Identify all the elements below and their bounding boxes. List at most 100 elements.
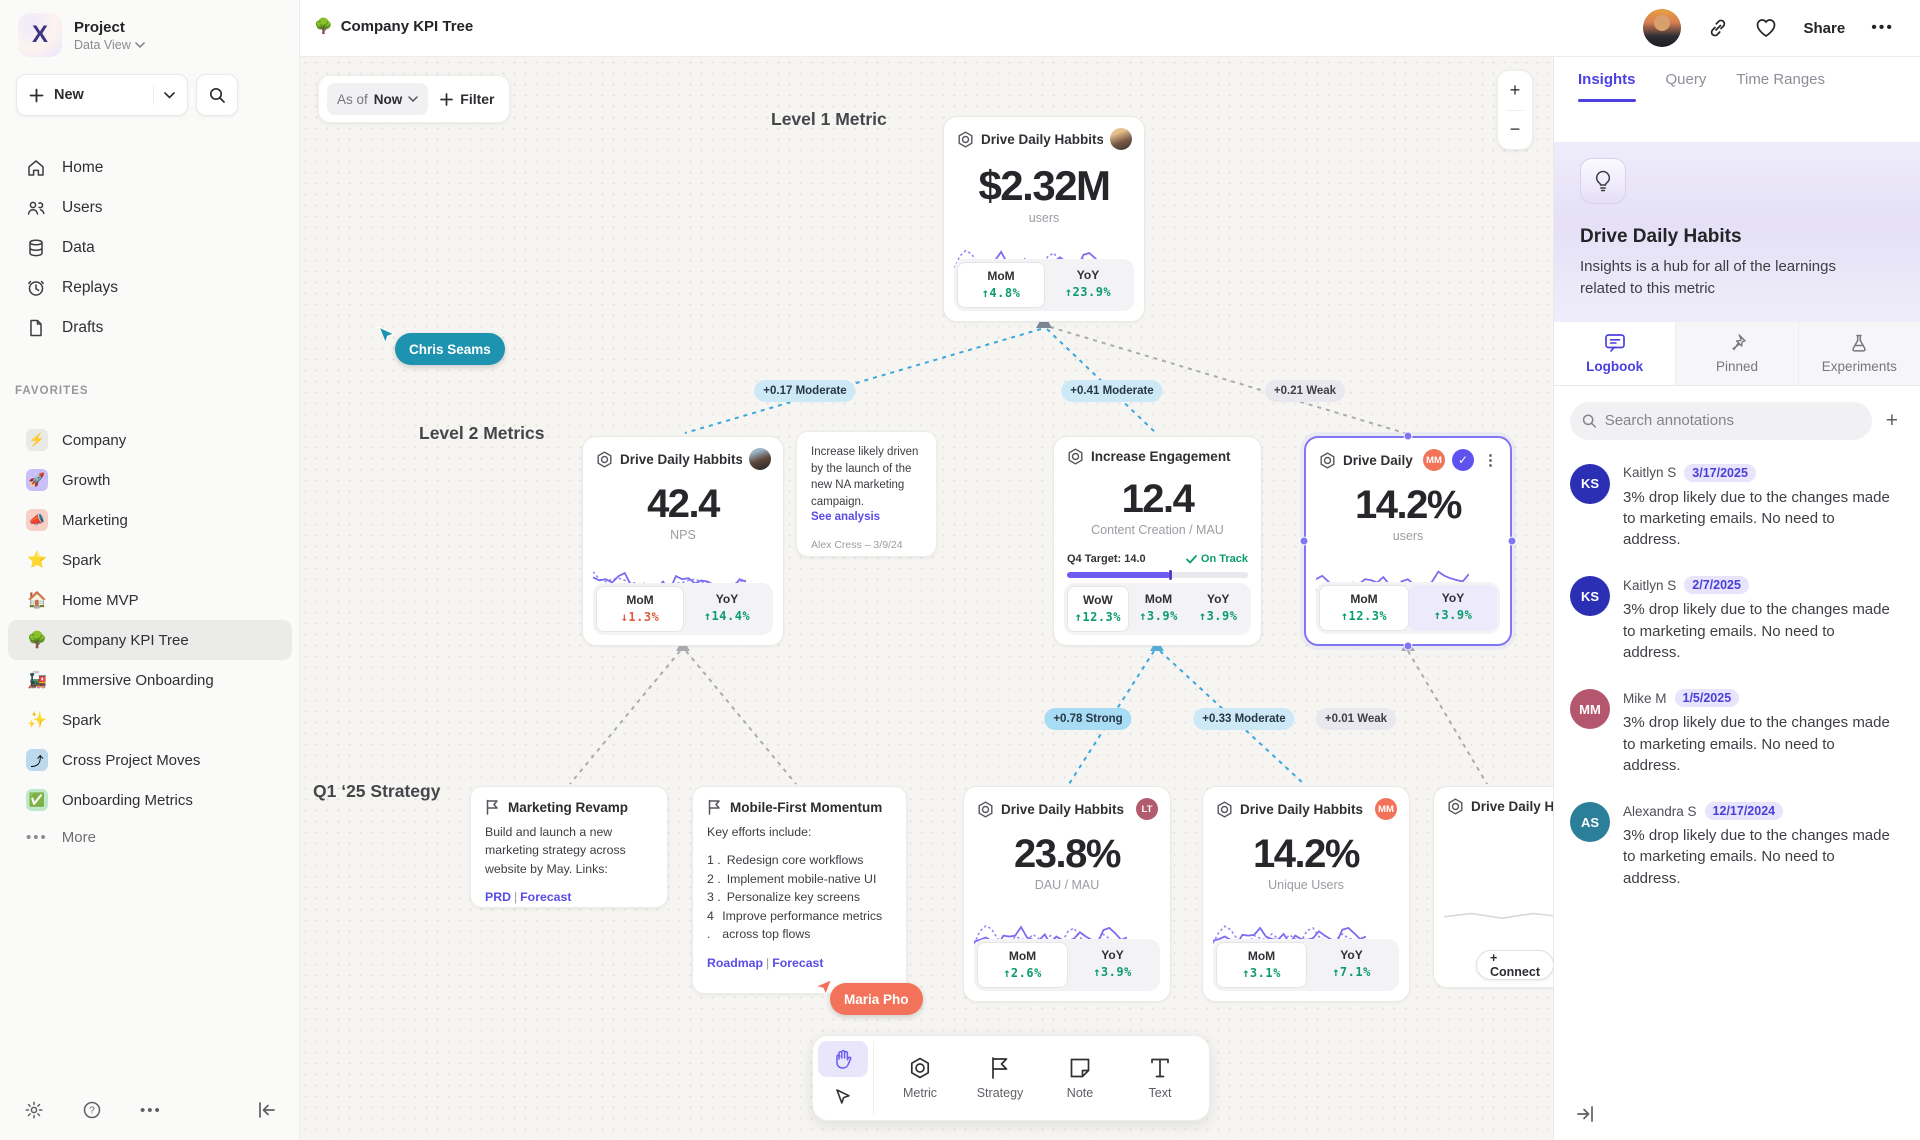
metric-card-selected[interactable]: Drive Daily Habb.. MM ✓ ⋮ 14.2% users Mo… <box>1304 436 1512 646</box>
annotation-search[interactable] <box>1570 402 1872 440</box>
stat-yoy[interactable]: YoY↑14.4% <box>684 586 770 632</box>
chevron-down-icon[interactable] <box>164 92 175 99</box>
level1-label: Level 1 Metric <box>771 109 887 130</box>
chevron-down-icon <box>135 42 145 48</box>
select-cursor-tool[interactable] <box>818 1079 868 1115</box>
add-annotation-icon[interactable]: + <box>1886 409 1898 433</box>
favorite-company[interactable]: ⚡Company <box>8 420 292 460</box>
more-options-icon[interactable]: ••• <box>140 1102 162 1119</box>
favorite-marketing[interactable]: 📣Marketing <box>8 500 292 540</box>
metric-unit: DAU / MAU <box>964 878 1170 892</box>
favorite-spark[interactable]: ⭐Spark <box>8 540 292 580</box>
tool-text[interactable]: Text <box>1120 1041 1200 1115</box>
tool-strategy[interactable]: Strategy <box>960 1041 1040 1115</box>
metric-card-nps[interactable]: Drive Daily Habbits 42.4 NPS MoM↓1.3% Yo… <box>582 436 784 646</box>
subtab-pinned[interactable]: Pinned <box>1675 322 1797 385</box>
stat-mom[interactable]: MoM↑4.8% <box>957 262 1045 308</box>
metric-card-unique-users[interactable]: Drive Daily Habbits MM 14.2% Unique User… <box>1202 786 1410 1002</box>
stat-mom[interactable]: MoM↓1.3% <box>596 586 684 632</box>
sidebar-item-home[interactable]: Home <box>0 148 300 188</box>
metric-title: Drive Daily Habbits <box>1240 802 1368 817</box>
favorite-home-mvp[interactable]: 🏠Home MVP <box>8 580 292 620</box>
annotation-item[interactable]: KS Kaitlyn S3/17/2025 3% drop likely due… <box>1570 464 1896 551</box>
favorite-immersive-onboarding[interactable]: 🚂Immersive Onboarding <box>8 660 292 700</box>
sidebar-item-data[interactable]: Data <box>0 228 300 268</box>
edge-label: +0.21 Weak <box>1265 380 1345 402</box>
strategy-note-marketing[interactable]: Marketing Revamp Build and launch a new … <box>470 786 668 908</box>
prd-link[interactable]: PRD <box>485 890 511 904</box>
annotation-item[interactable]: AS Alexandra S12/17/2024 3% drop likely … <box>1570 802 1896 889</box>
sidebar-search-button[interactable] <box>196 74 238 116</box>
annotation-item[interactable]: KS Kaitlyn S2/7/2025 3% drop likely due … <box>1570 576 1896 663</box>
share-button[interactable]: Share <box>1803 20 1845 37</box>
kpi-tree-canvas[interactable]: As of Now Filter + − Level 1 Metric Leve… <box>300 57 1553 1140</box>
sidebar-item-users[interactable]: Users <box>0 188 300 228</box>
header-more-icon[interactable]: ••• <box>1871 19 1894 37</box>
stat-yoy[interactable]: YoY↑23.9% <box>1045 262 1131 308</box>
card-menu-icon[interactable]: ⋮ <box>1481 451 1498 469</box>
subtab-experiments[interactable]: Experiments <box>1798 322 1920 385</box>
stat-yoy[interactable]: YoY↑7.1% <box>1307 942 1396 988</box>
see-analysis-link[interactable]: See analysis <box>811 511 922 523</box>
favorite-spark-2[interactable]: ✨Spark <box>8 700 292 740</box>
favorites-more[interactable]: •••More <box>8 820 292 855</box>
metric-card-engagement[interactable]: Increase Engagement 12.4 Content Creatio… <box>1053 436 1262 646</box>
help-icon[interactable]: ? <box>82 1100 102 1120</box>
stat-mom[interactable]: MoM↑3.1% <box>1216 942 1307 988</box>
favorite-heart-icon[interactable] <box>1755 18 1777 38</box>
new-button[interactable]: New <box>16 74 188 116</box>
sidebar-item-drafts[interactable]: Drafts <box>0 308 300 348</box>
stat-mom[interactable]: MoM↑12.3% <box>1319 585 1409 631</box>
forecast-link[interactable]: Forecast <box>772 956 823 970</box>
avatar: KS <box>1570 576 1610 616</box>
roadmap-link[interactable]: Roadmap <box>707 956 763 970</box>
annotation-text: 3% drop likely due to the changes made t… <box>1623 487 1895 551</box>
project-view-selector[interactable]: Data View <box>74 38 145 52</box>
app-root: X Project Data View New <box>0 0 1920 1140</box>
svg-text:?: ? <box>89 1106 95 1117</box>
selection-handle[interactable] <box>1300 537 1309 546</box>
selection-handle[interactable] <box>1508 537 1517 546</box>
subtab-logbook[interactable]: Logbook <box>1554 322 1675 385</box>
stat-wow[interactable]: WoW↑12.3% <box>1067 586 1129 632</box>
metric-hexagon-icon <box>977 801 994 818</box>
favorite-cross-project-moves[interactable]: ⤴Cross Project Moves <box>8 740 292 780</box>
zoom-out-button[interactable]: − <box>1498 111 1532 150</box>
stat-mom[interactable]: MoM↑2.6% <box>977 942 1068 988</box>
plus-icon <box>29 88 44 103</box>
tool-metric[interactable]: Metric <box>880 1041 960 1115</box>
annotation-note[interactable]: Increase likely driven by the launch of … <box>796 431 937 557</box>
settings-gear-icon[interactable] <box>24 1100 44 1120</box>
favorite-onboarding-metrics[interactable]: ✅Onboarding Metrics <box>8 780 292 820</box>
tool-note[interactable]: Note <box>1040 1041 1120 1115</box>
zoom-in-button[interactable]: + <box>1498 71 1532 110</box>
stat-yoy[interactable]: YoY↑3.9% <box>1068 942 1157 988</box>
forecast-link[interactable]: Forecast <box>520 890 571 904</box>
collapse-panel-icon[interactable] <box>1576 1106 1594 1122</box>
tab-insights[interactable]: Insights <box>1578 71 1636 102</box>
favorite-growth[interactable]: 🚀Growth <box>8 460 292 500</box>
stat-mom[interactable]: MoM↑3.9% <box>1129 586 1189 632</box>
tab-time-ranges[interactable]: Time Ranges <box>1736 71 1825 102</box>
favorite-company-kpi-tree[interactable]: 🌳Company KPI Tree <box>8 620 292 660</box>
collapse-sidebar-icon[interactable] <box>258 1102 276 1118</box>
stat-yoy[interactable]: YoY↑3.9% <box>1188 586 1248 632</box>
add-filter-button[interactable]: Filter <box>440 91 494 107</box>
selection-handle[interactable] <box>1404 432 1413 441</box>
connect-button[interactable]: + Connect <box>1476 950 1553 980</box>
tab-query[interactable]: Query <box>1666 71 1707 102</box>
sidebar-item-replays[interactable]: Replays <box>0 268 300 308</box>
selection-handle[interactable] <box>1404 642 1413 651</box>
pan-hand-tool[interactable] <box>818 1041 868 1077</box>
project-switcher[interactable]: X Project Data View <box>18 13 145 57</box>
asof-selector[interactable]: As of Now <box>327 83 428 115</box>
metric-card-dau[interactable]: Drive Daily Habbits LT 23.8% DAU / MAU M… <box>963 786 1171 1002</box>
annotation-search-input[interactable] <box>1605 412 1860 429</box>
strategy-note-mobile[interactable]: Mobile-First Momentum Key efforts includ… <box>692 786 907 994</box>
metric-card-level1[interactable]: Drive Daily Habbits $2.32M users MoM↑4.8… <box>943 116 1145 322</box>
copy-link-icon[interactable] <box>1707 17 1729 39</box>
stat-yoy[interactable]: YoY↑3.9% <box>1409 585 1497 631</box>
annotation-item[interactable]: MM Mike M1/5/2025 3% drop likely due to … <box>1570 689 1896 776</box>
lightbulb-icon <box>1580 158 1626 204</box>
user-avatar[interactable] <box>1643 9 1681 47</box>
